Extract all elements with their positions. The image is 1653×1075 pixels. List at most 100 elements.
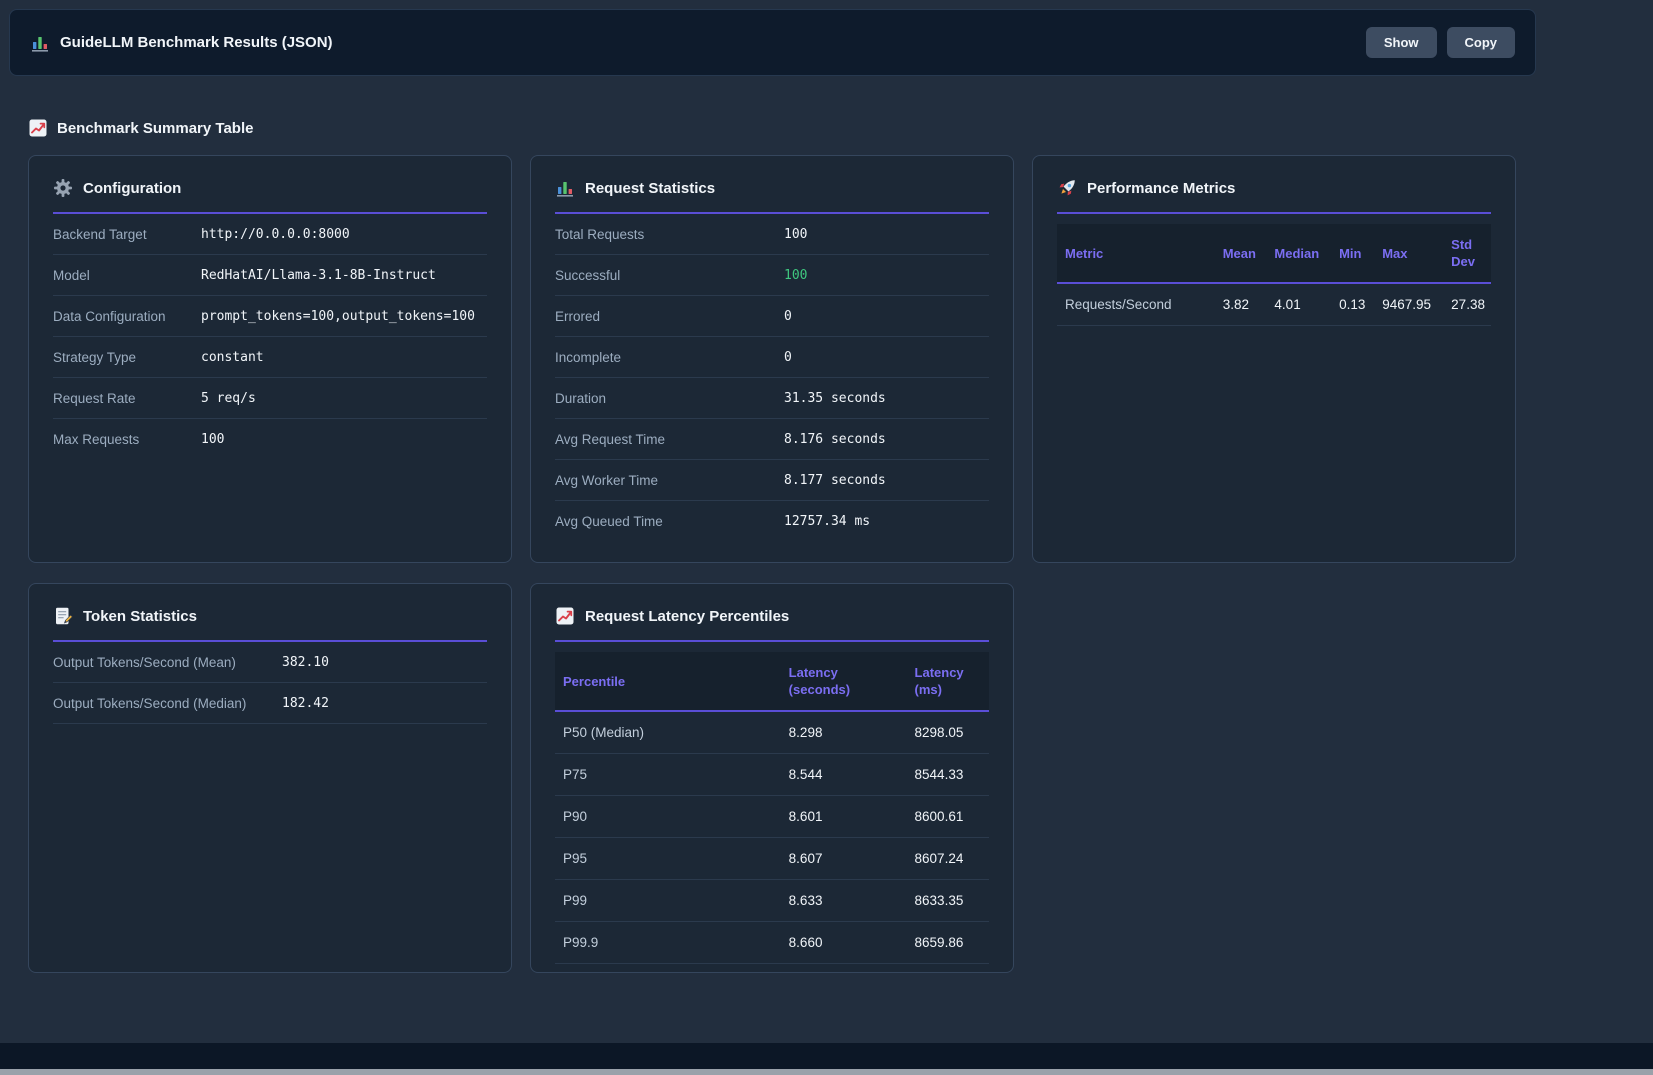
percentile-name: P99 (555, 880, 781, 922)
config-value: http://0.0.0.0:8000 (201, 227, 487, 242)
token-statistics-title-text: Token Statistics (83, 608, 197, 625)
stat-row: Avg Request Time 8.176 seconds (555, 419, 989, 460)
metric-min: 0.13 (1331, 283, 1374, 326)
table-row: P75 8.544 8544.33 (555, 754, 989, 796)
stat-label: Avg Request Time (555, 432, 784, 447)
token-label: Output Tokens/Second (Mean) (53, 655, 282, 670)
table-row: P90 8.601 8600.61 (555, 796, 989, 838)
performance-metrics-card-title: Performance Metrics (1057, 178, 1491, 214)
latency-header-row: Percentile Latency (seconds) Latency (ms… (555, 652, 989, 711)
latency-ms: 8600.61 (907, 796, 989, 838)
percentile-name: P75 (555, 754, 781, 796)
rocket-icon (1057, 178, 1077, 198)
col-header-metric: Metric (1057, 224, 1215, 283)
footer-bar (0, 1043, 1653, 1069)
col-header-percentile: Percentile (555, 652, 781, 711)
performance-metrics-title-text: Performance Metrics (1087, 180, 1235, 197)
stat-label: Incomplete (555, 350, 784, 365)
header-buttons: Show Copy (1366, 27, 1515, 58)
stat-value: 0 (784, 309, 989, 324)
stat-row: Incomplete 0 (555, 337, 989, 378)
configuration-card: Configuration Backend Target http://0.0.… (28, 155, 512, 563)
col-header-std-dev: Std Dev (1443, 224, 1491, 283)
latency-percentiles-card-title: Request Latency Percentiles (555, 606, 989, 642)
section-title: Benchmark Summary Table (57, 120, 253, 137)
stat-row: Errored 0 (555, 296, 989, 337)
latency-seconds: 8.544 (781, 754, 907, 796)
token-statistics-card-title: Token Statistics (53, 606, 487, 642)
page-title: GuideLLM Benchmark Results (JSON) (60, 34, 333, 51)
table-row: Requests/Second 3.82 4.01 0.13 9467.95 2… (1057, 283, 1491, 326)
performance-metrics-table: Metric Mean Median Min Max Std Dev Reque… (1057, 224, 1491, 326)
config-row: Data Configuration prompt_tokens=100,out… (53, 296, 487, 337)
token-label: Output Tokens/Second (Median) (53, 696, 282, 711)
token-statistics-card: Token Statistics Output Tokens/Second (M… (28, 583, 512, 973)
window-bottom-edge (0, 1069, 1653, 1075)
metric-mean: 3.82 (1215, 283, 1267, 326)
col-header-latency-ms: Latency (ms) (907, 652, 989, 711)
token-row: Output Tokens/Second (Mean) 382.10 (53, 642, 487, 683)
config-label: Data Configuration (53, 309, 201, 324)
stat-row: Avg Queued Time 12757.34 ms (555, 501, 989, 542)
config-row: Strategy Type constant (53, 337, 487, 378)
stat-row: Duration 31.35 seconds (555, 378, 989, 419)
stat-label: Successful (555, 268, 784, 283)
latency-percentiles-card: Request Latency Percentiles Percentile L… (530, 583, 1014, 973)
latency-ms: 8659.86 (907, 922, 989, 964)
stat-value: 12757.34 ms (784, 514, 989, 529)
stat-value: 8.176 seconds (784, 432, 989, 447)
config-value: RedHatAI/Llama-3.1-8B-Instruct (201, 268, 487, 283)
config-label: Request Rate (53, 391, 201, 406)
latency-seconds: 8.607 (781, 838, 907, 880)
latency-seconds: 8.633 (781, 880, 907, 922)
gear-icon (53, 178, 73, 198)
latency-ms: 8544.33 (907, 754, 989, 796)
stat-row: Successful 100 (555, 255, 989, 296)
config-label: Strategy Type (53, 350, 201, 365)
table-row: P50 (Median) 8.298 8298.05 (555, 711, 989, 754)
latency-percentiles-table: Percentile Latency (seconds) Latency (ms… (555, 652, 989, 964)
stat-value: 8.177 seconds (784, 473, 989, 488)
config-row: Backend Target http://0.0.0.0:8000 (53, 214, 487, 255)
metric-name: Requests/Second (1057, 283, 1215, 326)
stat-label: Total Requests (555, 227, 784, 242)
stat-label: Duration (555, 391, 784, 406)
percentile-name: P95 (555, 838, 781, 880)
show-button[interactable]: Show (1366, 27, 1437, 58)
config-label: Max Requests (53, 432, 201, 447)
stat-row: Avg Worker Time 8.177 seconds (555, 460, 989, 501)
col-header-median: Median (1266, 224, 1331, 283)
table-row: P99.9 8.660 8659.86 (555, 922, 989, 964)
stat-value: 100 (784, 227, 989, 242)
config-row: Request Rate 5 req/s (53, 378, 487, 419)
metric-max: 9467.95 (1374, 283, 1443, 326)
token-value: 382.10 (282, 655, 487, 670)
stat-label: Avg Worker Time (555, 473, 784, 488)
stat-value: 0 (784, 350, 989, 365)
stat-label: Avg Queued Time (555, 514, 784, 529)
metric-std-dev: 27.38 (1443, 283, 1491, 326)
copy-button[interactable]: Copy (1447, 27, 1516, 58)
config-value: 100 (201, 432, 487, 447)
col-header-mean: Mean (1215, 224, 1267, 283)
token-value: 182.42 (282, 696, 487, 711)
percentile-name: P50 (Median) (555, 711, 781, 754)
stat-value: 31.35 seconds (784, 391, 989, 406)
request-statistics-card-title: Request Statistics (555, 178, 989, 214)
latency-percentiles-title-text: Request Latency Percentiles (585, 608, 789, 625)
header-bar: GuideLLM Benchmark Results (JSON) Show C… (9, 9, 1536, 76)
config-value: constant (201, 350, 487, 365)
section-heading: Benchmark Summary Table (28, 118, 253, 138)
col-header-min: Min (1331, 224, 1374, 283)
stat-row: Total Requests 100 (555, 214, 989, 255)
chart-increasing-icon (555, 606, 575, 626)
latency-seconds: 8.660 (781, 922, 907, 964)
config-row: Model RedHatAI/Llama-3.1-8B-Instruct (53, 255, 487, 296)
percentile-name: P99.9 (555, 922, 781, 964)
request-statistics-title-text: Request Statistics (585, 180, 715, 197)
latency-seconds: 8.601 (781, 796, 907, 838)
latency-ms: 8633.35 (907, 880, 989, 922)
performance-metrics-header-row: Metric Mean Median Min Max Std Dev (1057, 224, 1491, 283)
request-statistics-card: Request Statistics Total Requests 100 Su… (530, 155, 1014, 563)
config-value: prompt_tokens=100,output_tokens=100 (201, 309, 487, 324)
